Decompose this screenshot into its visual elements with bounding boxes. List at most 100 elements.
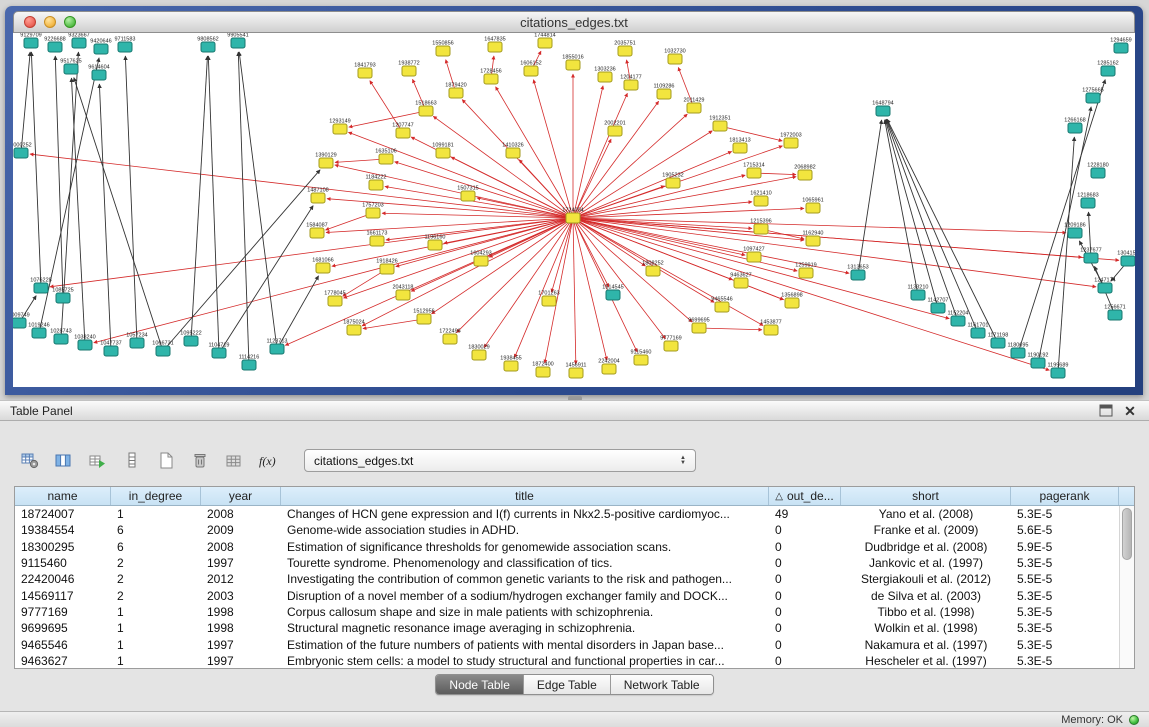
table-cell[interactable]: 5.3E-5 bbox=[1011, 621, 1119, 635]
graph-node[interactable]: 9115460 bbox=[630, 350, 651, 366]
minimize-window-button[interactable] bbox=[44, 16, 56, 28]
scrollbar-thumb[interactable] bbox=[1122, 508, 1132, 560]
graph-node[interactable]: 1019246 bbox=[28, 323, 49, 339]
table-cell[interactable]: 1997 bbox=[201, 654, 281, 668]
table-cell[interactable]: 0 bbox=[769, 605, 841, 619]
table-row[interactable]: 946362711997Embryonic stem cells: a mode… bbox=[15, 653, 1119, 668]
table-cell[interactable]: 2 bbox=[111, 572, 201, 586]
graph-node[interactable]: 9420646 bbox=[90, 39, 111, 55]
table-cell[interactable]: 0 bbox=[769, 654, 841, 668]
table-cell[interactable]: 9777169 bbox=[15, 605, 111, 619]
column-header-title[interactable]: title bbox=[281, 487, 769, 505]
graph-node[interactable]: 9777169 bbox=[660, 336, 681, 352]
graph-node[interactable]: 1604293 bbox=[470, 251, 491, 267]
column-header-outde[interactable]: △out_de... bbox=[769, 487, 841, 505]
graph-node[interactable]: 1099181 bbox=[432, 143, 453, 159]
graph-node[interactable]: 1855016 bbox=[562, 55, 583, 71]
table-cell[interactable]: Structural magnetic resonance image aver… bbox=[281, 621, 769, 635]
table-cell[interactable]: 5.3E-5 bbox=[1011, 556, 1119, 570]
graph-node[interactable]: 1065961 bbox=[802, 198, 823, 214]
table-cell[interactable]: 14569117 bbox=[15, 589, 111, 603]
table-cell[interactable]: 2 bbox=[111, 589, 201, 603]
table-cell[interactable]: 1997 bbox=[201, 556, 281, 570]
graph-node[interactable]: 9463627 bbox=[730, 273, 751, 289]
table-cell[interactable]: Dudbridge et al. (2008) bbox=[841, 540, 1011, 554]
table-cell[interactable]: Genome-wide association studies in ADHD. bbox=[281, 523, 769, 537]
graph-node[interactable]: 9905541 bbox=[227, 33, 248, 48]
graph-node[interactable]: 1199689 bbox=[1047, 363, 1068, 379]
graph-node[interactable]: 1256671 bbox=[1104, 305, 1125, 321]
table-cell[interactable]: 1 bbox=[111, 507, 201, 521]
column-header-year[interactable]: year bbox=[201, 487, 281, 505]
table-vertical-scrollbar[interactable] bbox=[1119, 506, 1134, 668]
graph-node[interactable]: 1456911 bbox=[565, 363, 586, 379]
float-panel-icon[interactable] bbox=[1097, 403, 1115, 419]
graph-node[interactable]: 1518663 bbox=[415, 101, 436, 117]
table-cell[interactable]: 5.3E-5 bbox=[1011, 654, 1119, 668]
new-column-icon[interactable] bbox=[152, 448, 179, 473]
table-cell[interactable]: Corpus callosum shape and size in male p… bbox=[281, 605, 769, 619]
table-cell[interactable]: Disruption of a novel member of a sodium… bbox=[281, 589, 769, 603]
table-row[interactable]: 946554611997Estimation of the future num… bbox=[15, 636, 1119, 652]
table-cell[interactable]: 1997 bbox=[201, 638, 281, 652]
column-header-name[interactable]: name bbox=[15, 487, 111, 505]
graph-node[interactable]: 1275665 bbox=[1082, 88, 1103, 104]
graph-node[interactable]: 1000252 bbox=[13, 143, 32, 159]
table-cell[interactable]: Investigating the contribution of common… bbox=[281, 572, 769, 586]
table-cell[interactable]: Franke et al. (2009) bbox=[841, 523, 1011, 537]
table-cell[interactable]: Yano et al. (2008) bbox=[841, 507, 1011, 521]
table-cell[interactable]: Jankovic et al. (1997) bbox=[841, 556, 1011, 570]
import-table-icon[interactable] bbox=[220, 448, 247, 473]
table-cell[interactable]: 18724007 bbox=[15, 507, 111, 521]
table-cell[interactable]: 1 bbox=[111, 605, 201, 619]
table-cell[interactable]: Stergiakouli et al. (2012) bbox=[841, 572, 1011, 586]
graph-node[interactable]: 1410326 bbox=[502, 143, 523, 159]
graph-node[interactable]: 1032730 bbox=[664, 49, 685, 65]
table-cell[interactable]: Changes of HCN gene expression and I(f) … bbox=[281, 507, 769, 521]
graph-node[interactable]: 1184222 bbox=[365, 175, 386, 191]
table-cell[interactable]: Tibbo et al. (1998) bbox=[841, 605, 1011, 619]
table-cell[interactable]: 5.5E-5 bbox=[1011, 572, 1119, 586]
graph-node[interactable]: 1647835 bbox=[484, 37, 505, 53]
graph-node[interactable]: 2011429 bbox=[683, 98, 704, 114]
graph-node[interactable]: 1180695 bbox=[1007, 343, 1028, 359]
table-cell[interactable]: 9465546 bbox=[15, 638, 111, 652]
graph-node[interactable]: 1879420 bbox=[445, 83, 466, 99]
graph-node[interactable]: 9129709 bbox=[20, 33, 41, 48]
graph-node[interactable]: 1114216 bbox=[239, 355, 260, 371]
graph-node[interactable]: 1095222 bbox=[180, 331, 201, 347]
graph-node[interactable]: 1918426 bbox=[376, 259, 397, 275]
table-row[interactable]: 977716911998Corpus callosum shape and si… bbox=[15, 604, 1119, 620]
table-cell[interactable]: Hescheler et al. (1997) bbox=[841, 654, 1011, 668]
graph-node[interactable]: 1830029 bbox=[468, 345, 489, 361]
table-cell[interactable]: 0 bbox=[769, 523, 841, 537]
graph-node[interactable]: 1905232 bbox=[662, 173, 683, 189]
graph-node[interactable]: 1487108 bbox=[307, 188, 328, 204]
graph-node[interactable]: 1161701 bbox=[967, 323, 988, 339]
table-cell[interactable]: 0 bbox=[769, 556, 841, 570]
graph-node[interactable]: 1507315 bbox=[457, 186, 478, 202]
graph-node[interactable]: 1715314 bbox=[743, 163, 764, 179]
graph-node[interactable]: 9323667 bbox=[68, 33, 89, 48]
graph-node[interactable]: 1606152 bbox=[520, 61, 541, 77]
graph-node[interactable]: 1196160 bbox=[424, 235, 445, 251]
table-cell[interactable]: 2003 bbox=[201, 589, 281, 603]
graph-node[interactable]: 2242004 bbox=[598, 359, 619, 375]
graph-node[interactable]: 1066731 bbox=[152, 341, 173, 357]
graph-node[interactable]: 1972003 bbox=[780, 133, 801, 149]
table-cell[interactable]: 1 bbox=[111, 654, 201, 668]
table-row[interactable]: 911546021997Tourette syndrome. Phenomeno… bbox=[15, 555, 1119, 571]
graph-node[interactable]: 9699695 bbox=[688, 318, 709, 334]
table-selector-dropdown[interactable]: citations_edges.txt ▲▼ bbox=[304, 449, 696, 472]
graph-node[interactable]: 1453877 bbox=[760, 320, 781, 336]
graph-node[interactable]: 1133210 bbox=[907, 285, 928, 301]
table-cell[interactable]: de Silva et al. (2003) bbox=[841, 589, 1011, 603]
graph-node[interactable]: 1247174 bbox=[1094, 278, 1115, 294]
table-cell[interactable]: 22420046 bbox=[15, 572, 111, 586]
table-cell[interactable]: 19384554 bbox=[15, 523, 111, 537]
table-cell[interactable]: 6 bbox=[111, 523, 201, 537]
graph-node[interactable]: 1512956 bbox=[413, 309, 434, 325]
tab-edge-table[interactable]: Edge Table bbox=[523, 675, 610, 694]
graph-node[interactable]: 2043118 bbox=[392, 285, 413, 301]
graph-node[interactable]: 1778045 bbox=[324, 291, 345, 307]
